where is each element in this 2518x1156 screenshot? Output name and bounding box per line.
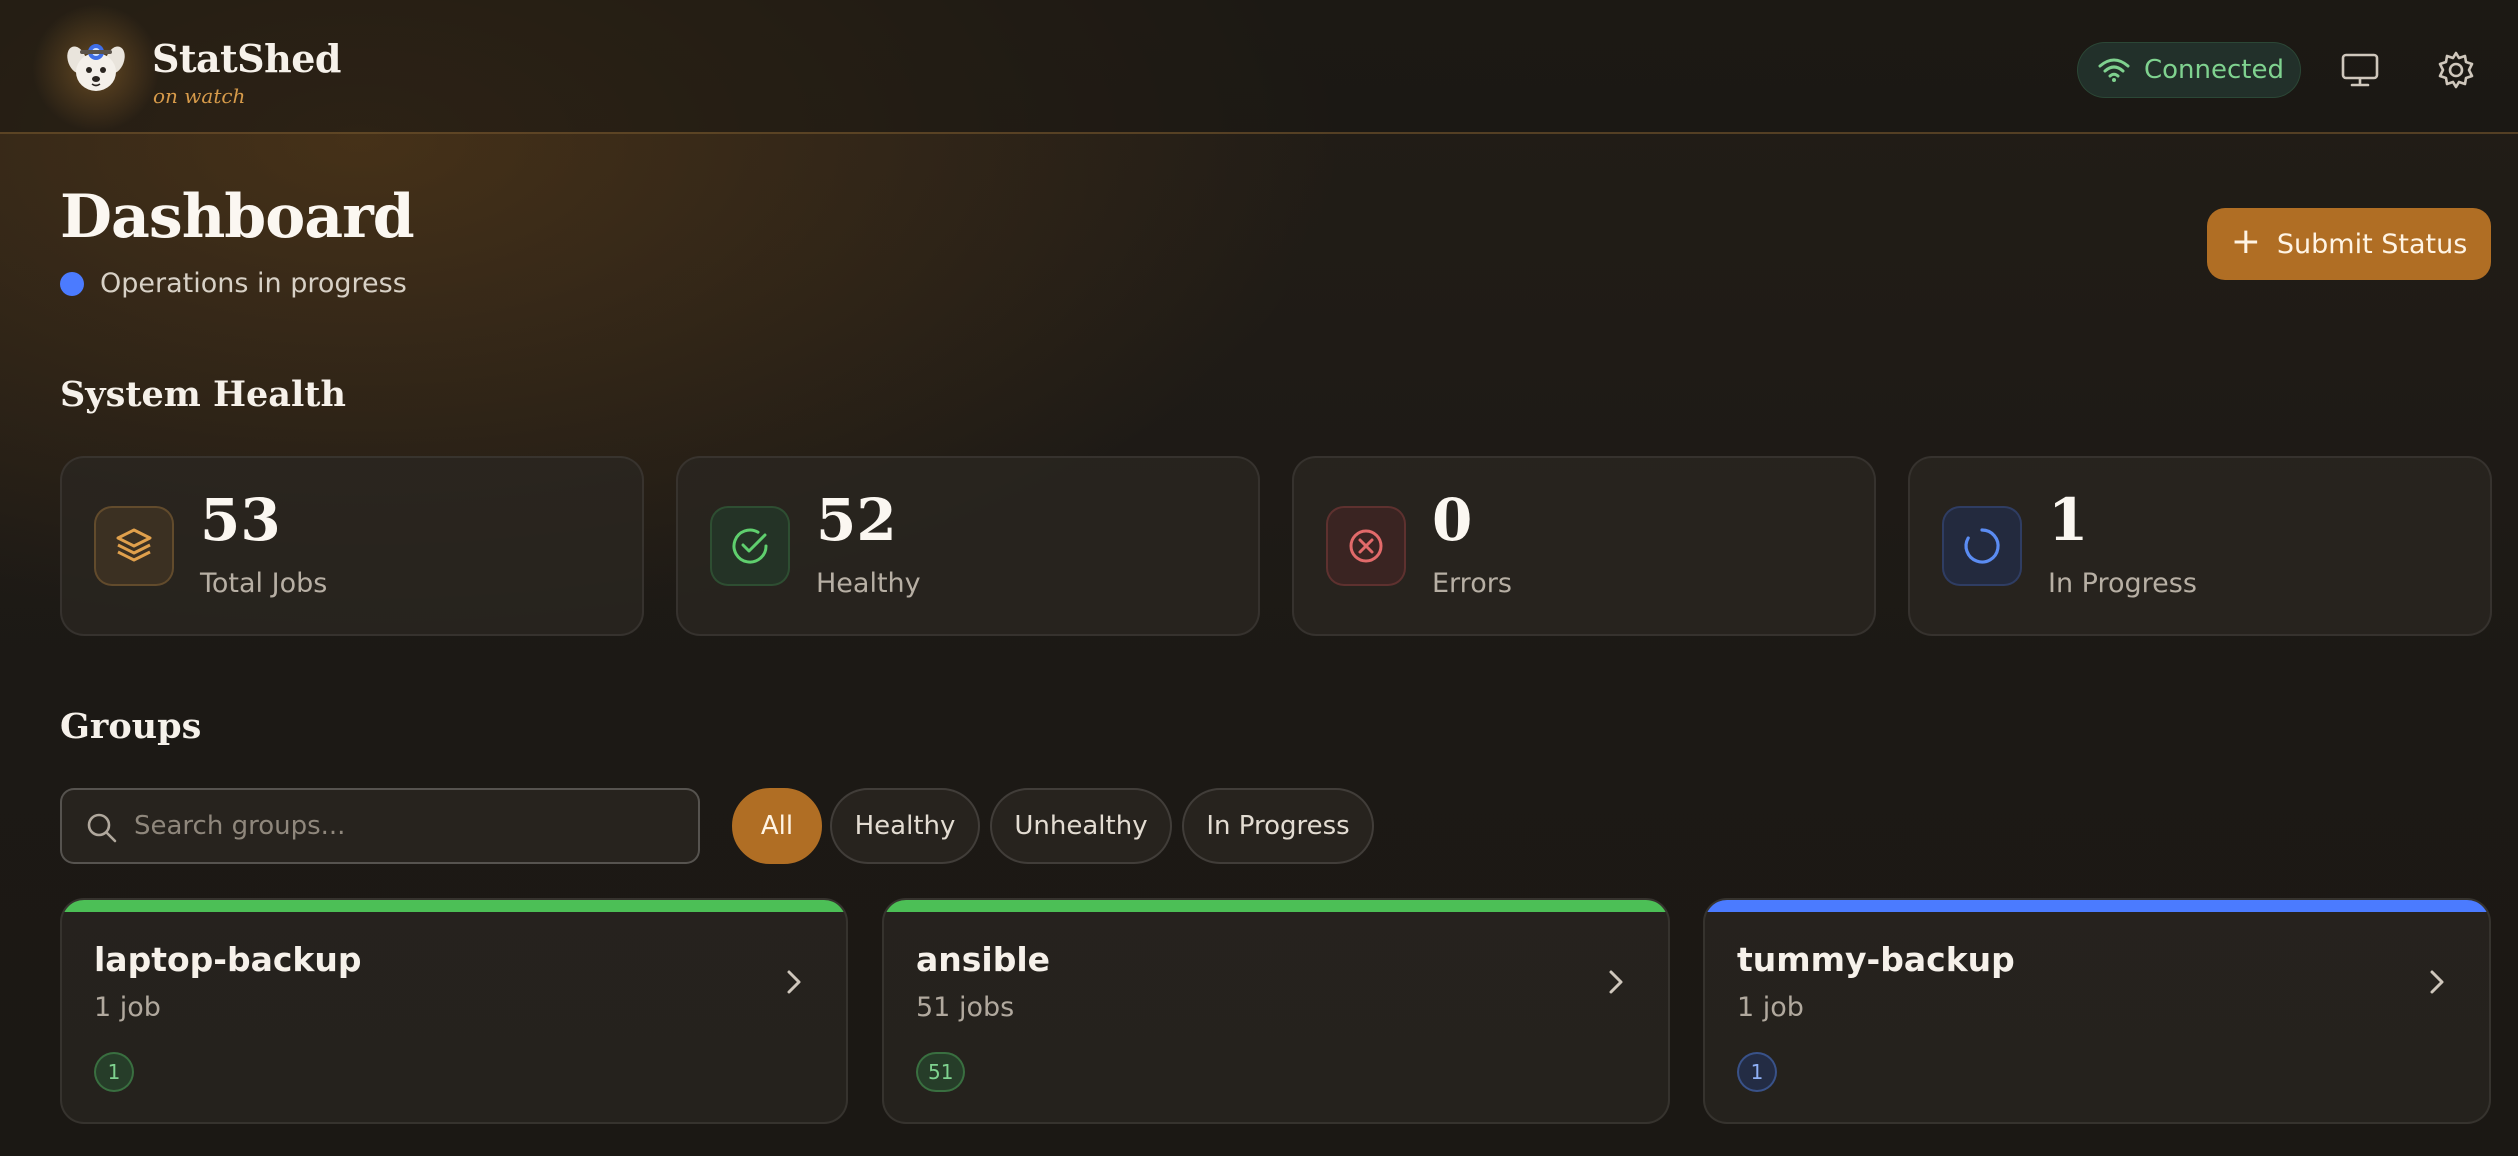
- filter-chip-in-progress[interactable]: In Progress: [1182, 788, 1374, 864]
- stat-card-healthy: 52 Healthy: [676, 456, 1260, 636]
- group-name: tummy-backup: [1737, 940, 2015, 979]
- group-card-tummy-backup[interactable]: tummy-backup 1 job 1: [1703, 898, 2491, 1124]
- in-progress-value: 1: [2048, 486, 2089, 554]
- monitor-icon: [2341, 53, 2379, 87]
- plus-icon: +: [2230, 221, 2261, 262]
- chevron-right-icon: [787, 970, 801, 994]
- filter-chip-all[interactable]: All: [732, 788, 822, 864]
- errors-label: Errors: [1432, 568, 1512, 599]
- x-circle-icon: [1326, 506, 1406, 586]
- healthy-value: 52: [816, 486, 897, 554]
- groups-title: Groups: [60, 706, 202, 747]
- in-progress-count-badge: 1: [1737, 1052, 1777, 1092]
- wifi-icon: [2098, 58, 2130, 82]
- submit-status-label: Submit Status: [2276, 228, 2468, 260]
- group-card-laptop-backup[interactable]: laptop-backup 1 job 1: [60, 898, 848, 1124]
- layers-icon: [94, 506, 174, 586]
- connection-status-text: Connected: [2144, 55, 2285, 85]
- search-icon: [87, 813, 117, 843]
- operations-status-text: Operations in progress: [100, 268, 407, 299]
- system-health-title: System Health: [60, 374, 346, 415]
- group-card-ansible[interactable]: ansible 51 jobs 51: [882, 898, 1670, 1124]
- group-job-count: 51 jobs: [916, 992, 1015, 1023]
- page-title: Dashboard: [60, 182, 415, 252]
- group-status-bar: [62, 900, 846, 912]
- group-name: laptop-backup: [94, 940, 362, 979]
- brand-tagline: on watch: [153, 84, 246, 108]
- display-mode-button[interactable]: [2340, 50, 2380, 90]
- stat-card-errors: 0 Errors: [1292, 456, 1876, 636]
- errors-value: 0: [1432, 486, 1473, 554]
- stat-card-total-jobs: 53 Total Jobs: [60, 456, 644, 636]
- group-name: ansible: [916, 940, 1051, 979]
- operations-status: Operations in progress: [60, 268, 407, 299]
- healthy-label: Healthy: [816, 568, 921, 599]
- group-status-bar: [884, 900, 1668, 912]
- chevron-right-icon: [2430, 970, 2444, 994]
- healthy-count-badge: 1: [94, 1052, 134, 1092]
- total-jobs-label: Total Jobs: [200, 568, 328, 599]
- brand-name: StatShed: [152, 36, 342, 81]
- healthy-count-badge: 51: [916, 1052, 966, 1092]
- app-logo[interactable]: [32, 4, 160, 132]
- filter-chip-unhealthy[interactable]: Unhealthy: [990, 788, 1172, 864]
- total-jobs-value: 53: [200, 486, 281, 554]
- group-status-bar: [1705, 900, 2489, 912]
- chevron-right-icon: [1609, 970, 1623, 994]
- settings-button[interactable]: [2436, 50, 2476, 90]
- check-circle-icon: [710, 506, 790, 586]
- top-bar: StatShed on watch Connected: [0, 0, 2518, 134]
- search-input[interactable]: [134, 790, 684, 862]
- in-progress-label: In Progress: [2048, 568, 2197, 599]
- group-job-count: 1 job: [94, 992, 161, 1023]
- stat-card-in-progress: 1 In Progress: [1908, 456, 2492, 636]
- submit-status-button[interactable]: + Submit Status: [2207, 208, 2491, 280]
- dog-mascot-icon: [67, 44, 125, 91]
- gear-icon: [2438, 51, 2474, 89]
- status-dot-icon: [60, 271, 84, 296]
- connection-status-badge: Connected: [2077, 42, 2301, 98]
- group-job-count: 1 job: [1737, 992, 1804, 1023]
- filter-chip-healthy[interactable]: Healthy: [830, 788, 980, 864]
- group-search[interactable]: [60, 788, 700, 864]
- spinner-icon: [1942, 506, 2022, 586]
